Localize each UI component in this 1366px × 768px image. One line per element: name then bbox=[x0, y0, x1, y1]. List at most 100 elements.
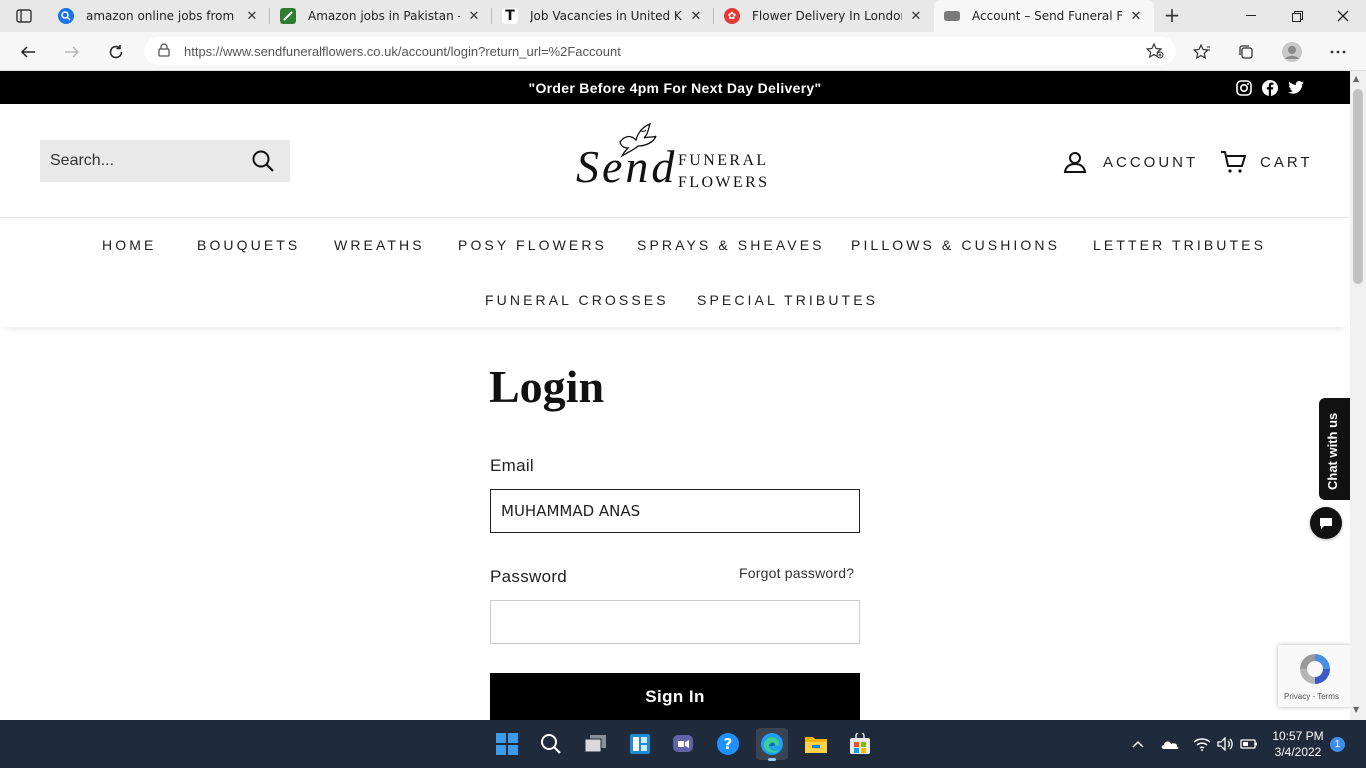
browser-toolbar: https://www.sendfuneralflowers.co.uk/acc… bbox=[0, 32, 1366, 71]
chat-tab[interactable]: Chat with us bbox=[1319, 398, 1350, 500]
add-favorite-icon[interactable] bbox=[1145, 42, 1164, 63]
collections-icon[interactable] bbox=[1232, 38, 1260, 66]
browser-tab[interactable]: amazon online jobs from hom ✕ bbox=[48, 0, 270, 32]
logo-subtitle: FUNERAL FLOWERS bbox=[678, 152, 770, 191]
battery-icon[interactable] bbox=[1233, 728, 1265, 760]
tab-title: Flower Delivery In London Uk bbox=[752, 9, 902, 23]
browser-tab[interactable]: Amazon jobs in Pakistan - RC ✕ bbox=[270, 0, 492, 32]
facebook-icon[interactable] bbox=[1262, 71, 1278, 104]
email-label: Email bbox=[490, 456, 535, 475]
main-nav: HOME BOUQUETS WREATHS POSY FLOWERS SPRAY… bbox=[0, 219, 1350, 327]
browser-tab[interactable]: T Job Vacancies in United Kingd ✕ bbox=[492, 0, 714, 32]
svg-text:?: ? bbox=[724, 735, 733, 753]
user-icon bbox=[1063, 152, 1087, 173]
nav-item-home[interactable]: HOME bbox=[102, 237, 156, 253]
store-icon[interactable] bbox=[844, 728, 876, 760]
refresh-icon[interactable] bbox=[102, 38, 130, 66]
site-logo[interactable]: Send FUNERAL FLOWERS bbox=[576, 122, 776, 192]
search-favicon-icon bbox=[58, 8, 74, 24]
password-field-wrapper bbox=[490, 600, 860, 644]
page-title: Login bbox=[489, 361, 605, 412]
sign-in-button[interactable]: Sign In bbox=[490, 673, 860, 721]
tab-close-icon[interactable]: ✕ bbox=[908, 9, 924, 24]
tab-close-icon[interactable]: ✕ bbox=[1128, 9, 1144, 24]
notification-badge[interactable]: 1 bbox=[1330, 737, 1345, 752]
tab-title: Amazon jobs in Pakistan - RC bbox=[308, 9, 460, 23]
chevron-up-icon[interactable] bbox=[1122, 728, 1154, 760]
cart-link[interactable]: CART bbox=[1220, 150, 1313, 174]
task-view-icon[interactable] bbox=[580, 728, 612, 760]
address-bar[interactable]: https://www.sendfuneralflowers.co.uk/acc… bbox=[144, 37, 1176, 65]
cart-label: CART bbox=[1260, 153, 1313, 171]
clock-time: 10:57 PM bbox=[1272, 729, 1324, 743]
new-tab-button[interactable]: + bbox=[1160, 4, 1184, 28]
announcement-text: "Order Before 4pm For Next Day Delivery" bbox=[528, 79, 822, 96]
restore-icon[interactable] bbox=[1274, 0, 1320, 32]
tab-actions-icon[interactable] bbox=[10, 6, 38, 26]
page-scrollbar[interactable]: ▲ ▼ bbox=[1350, 71, 1366, 720]
nav-item-funeral-crosses[interactable]: FUNERAL CROSSES bbox=[485, 292, 669, 308]
scrollbar-thumb[interactable] bbox=[1353, 89, 1363, 284]
tab-title: amazon online jobs from hom bbox=[86, 9, 238, 23]
search-box bbox=[40, 140, 290, 182]
password-label: Password bbox=[490, 567, 568, 586]
chat-bubble-icon[interactable] bbox=[1310, 507, 1342, 539]
minimize-icon[interactable] bbox=[1228, 0, 1274, 32]
edge-browser-icon[interactable] bbox=[756, 728, 788, 761]
password-field[interactable] bbox=[491, 601, 859, 643]
nav-item-special-tributes[interactable]: SPECIAL TRIBUTES bbox=[697, 292, 878, 308]
rozee-favicon-icon bbox=[280, 8, 296, 24]
account-link[interactable]: ACCOUNT bbox=[1063, 150, 1198, 174]
browser-tab-active[interactable]: Account – Send Funeral Flowe ✕ bbox=[934, 0, 1154, 32]
clock-date: 3/4/2022 bbox=[1274, 745, 1322, 759]
nav-item-pillows-cushions[interactable]: PILLOWS & CUSHIONS bbox=[851, 237, 1060, 253]
scroll-down-icon[interactable]: ▼ bbox=[1353, 705, 1359, 714]
instagram-icon[interactable] bbox=[1236, 71, 1252, 104]
taskbar: ? bbox=[0, 720, 1366, 768]
cart-icon bbox=[1221, 151, 1246, 173]
search-input[interactable] bbox=[50, 152, 240, 170]
help-icon[interactable]: ? bbox=[712, 728, 744, 760]
account-label: ACCOUNT bbox=[1103, 153, 1199, 171]
tab-close-icon[interactable]: ✕ bbox=[244, 9, 260, 24]
flower-favicon-icon: ✿ bbox=[724, 8, 740, 24]
recaptcha-icon bbox=[1300, 654, 1330, 684]
widgets-icon[interactable] bbox=[624, 728, 656, 760]
forward-icon[interactable] bbox=[58, 38, 86, 66]
chat-label: Chat with us bbox=[1325, 412, 1340, 490]
url-text: https://www.sendfuneralflowers.co.uk/acc… bbox=[184, 43, 621, 59]
favorites-icon[interactable] bbox=[1188, 38, 1216, 66]
file-explorer-icon[interactable] bbox=[800, 728, 832, 760]
nav-item-bouquets[interactable]: BOUQUETS bbox=[197, 237, 300, 253]
logo-wordmark: Send bbox=[576, 141, 678, 192]
nav-item-letter-tributes[interactable]: LETTER TRIBUTES bbox=[1093, 237, 1266, 253]
close-window-icon[interactable] bbox=[1320, 0, 1366, 32]
tab-title: Job Vacancies in United Kingd bbox=[530, 9, 682, 23]
nav-item-sprays-sheaves[interactable]: SPRAYS & SHEAVES bbox=[637, 237, 825, 253]
browser-tab-strip: amazon online jobs from hom ✕ Amazon job… bbox=[0, 0, 1366, 32]
tab-close-icon[interactable]: ✕ bbox=[466, 9, 482, 24]
teams-chat-icon[interactable] bbox=[668, 728, 700, 760]
profile-avatar-icon[interactable] bbox=[1278, 38, 1306, 66]
tab-close-icon[interactable]: ✕ bbox=[688, 9, 704, 24]
recaptcha-badge[interactable]: Privacy - Terms bbox=[1278, 645, 1350, 707]
system-clock[interactable]: 10:57 PM 3/4/2022 bbox=[1262, 728, 1334, 760]
recaptcha-terms[interactable]: Privacy - Terms bbox=[1284, 692, 1339, 701]
email-field[interactable] bbox=[491, 490, 859, 532]
lock-icon[interactable] bbox=[158, 42, 170, 61]
site-favicon-icon bbox=[944, 11, 960, 21]
more-options-icon[interactable] bbox=[1324, 38, 1352, 66]
search-icon[interactable] bbox=[252, 150, 274, 176]
scroll-up-icon[interactable]: ▲ bbox=[1353, 74, 1359, 83]
taskbar-search-icon[interactable] bbox=[535, 728, 567, 760]
twitter-icon[interactable] bbox=[1288, 71, 1304, 104]
windows-start-icon[interactable] bbox=[491, 728, 523, 760]
nav-item-wreaths[interactable]: WREATHS bbox=[334, 237, 425, 253]
browser-tab[interactable]: ✿ Flower Delivery In London Uk ✕ bbox=[714, 0, 934, 32]
tab-title: Account – Send Funeral Flowe bbox=[972, 9, 1122, 23]
back-icon[interactable] bbox=[14, 38, 42, 66]
onedrive-icon[interactable] bbox=[1154, 728, 1186, 760]
site-header: Send FUNERAL FLOWERS ACCOUNT CART bbox=[0, 104, 1350, 218]
forgot-password-link[interactable]: Forgot password? bbox=[739, 565, 854, 581]
nav-item-posy-flowers[interactable]: POSY FLOWERS bbox=[458, 237, 607, 253]
